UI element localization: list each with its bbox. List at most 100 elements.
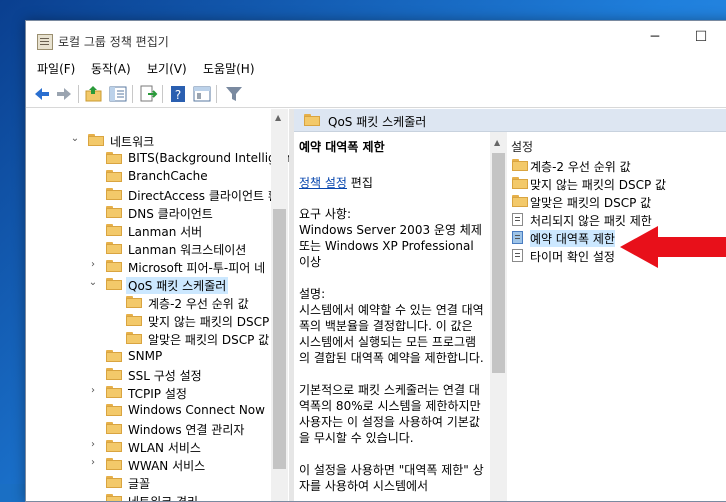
menu-bar: 파일(F) 동작(A) 보기(V) 도움말(H): [26, 57, 726, 79]
tree-item[interactable]: ⌄ 네트워크: [26, 131, 271, 149]
help-icon[interactable]: ?: [168, 84, 188, 104]
tree-item-label: 네트워크 격리: [128, 493, 198, 501]
description-title: 예약 대역폭 제한: [299, 140, 385, 154]
maximize-button[interactable]: ☐: [686, 27, 716, 47]
show-hide-tree-icon[interactable]: [108, 84, 128, 104]
tree-item-label: QoS 패킷 스케줄러: [126, 277, 229, 294]
folder-icon: [512, 159, 528, 171]
edit-policy-link[interactable]: 정책 설정: [299, 176, 347, 190]
tree-item[interactable]: Windows 연결 관리자: [26, 419, 271, 437]
tree-item[interactable]: DirectAccess 클라이언트 환: [26, 185, 279, 203]
toolbar-separator: [216, 85, 217, 103]
chevron-right-icon[interactable]: ›: [88, 259, 98, 270]
tree-item[interactable]: 글꼴: [26, 473, 271, 491]
tree-item-label: SNMP: [128, 349, 163, 363]
tree-item-label: 알맞은 패킷의 DSCP 값: [148, 333, 270, 347]
folder-icon: [126, 332, 142, 344]
folder-icon: [106, 440, 122, 452]
edit-policy-suffix: 편집: [346, 176, 373, 190]
settings-list: 설정 계층-2 우선 순위 값맞지 않는 패킷의 DSCP 값알맞은 패킷의 D…: [507, 132, 726, 501]
tree-item-label: BITS(Background Intelligen: [128, 151, 289, 165]
chevron-right-icon[interactable]: ›: [88, 385, 98, 396]
menu-action[interactable]: 동작(A): [91, 60, 131, 77]
folder-icon: [304, 114, 320, 126]
toolbar: ?: [26, 81, 726, 108]
tree-item-label: Windows Connect Now: [128, 403, 265, 417]
description-pane: 예약 대역폭 제한 정책 설정 편집 요구 사항: Windows Server…: [294, 132, 490, 501]
back-icon[interactable]: [32, 84, 52, 104]
description-scrollbar[interactable]: ▲: [490, 132, 507, 501]
properties-icon[interactable]: [192, 84, 212, 104]
tree-item[interactable]: 계층-2 우선 순위 값: [26, 293, 271, 311]
tree-item-label: 계층-2 우선 순위 값: [148, 297, 249, 311]
up-folder-icon[interactable]: [84, 84, 104, 104]
tree-item-label: WWAN 서비스: [128, 459, 206, 473]
tree-item[interactable]: › WWAN 서비스: [26, 455, 271, 473]
toolbar-separator: [132, 85, 133, 103]
settings-list-item-label: 타이머 확인 설정: [530, 250, 615, 264]
tree-item[interactable]: Lanman 서버: [26, 221, 271, 239]
scroll-up-icon[interactable]: ▲: [275, 113, 281, 122]
tree-item-label: 네트워크: [110, 135, 155, 149]
policy-editor-icon: [37, 34, 53, 50]
export-list-icon[interactable]: [138, 84, 158, 104]
tree-item-label: WLAN 서비스: [128, 441, 201, 455]
tree-item[interactable]: 알맞은 패킷의 DSCP 값: [26, 329, 271, 347]
settings-list-item-label: 예약 대역폭 제한: [530, 230, 615, 247]
tree-item[interactable]: SSL 구성 설정: [26, 365, 271, 383]
settings-list-item[interactable]: 계층-2 우선 순위 값: [507, 156, 717, 174]
tree-item[interactable]: ⌄ QoS 패킷 스케줄러: [26, 275, 271, 294]
tree-item[interactable]: BITS(Background Intelligen: [26, 149, 289, 167]
menu-help[interactable]: 도움말(H): [203, 60, 255, 77]
svg-text:?: ?: [175, 88, 181, 102]
forward-icon[interactable]: [54, 84, 74, 104]
settings-list-item-label: 알맞은 패킷의 DSCP 값: [530, 196, 652, 210]
folder-icon: [106, 242, 122, 254]
policy-setting-icon: [512, 249, 523, 262]
settings-list-item[interactable]: 맞지 않는 패킷의 DSCP 값: [507, 174, 717, 192]
settings-list-item-label: 계층-2 우선 순위 값: [530, 160, 631, 174]
menu-file[interactable]: 파일(F): [37, 60, 75, 77]
tree-item[interactable]: 네트워크 격리: [26, 491, 271, 501]
tree-item[interactable]: Lanman 워크스테이션: [26, 239, 271, 257]
chevron-right-icon[interactable]: ›: [88, 439, 98, 450]
folder-icon: [106, 422, 122, 434]
tree-item[interactable]: › WLAN 서비스: [26, 437, 271, 455]
tree-item[interactable]: 맞지 않는 패킷의 DSCP: [26, 311, 271, 329]
settings-list-item-label: 맞지 않는 패킷의 DSCP 값: [530, 178, 667, 192]
folder-icon: [106, 260, 122, 272]
description-scroll-thumb[interactable]: [492, 153, 505, 373]
folder-icon: [106, 188, 122, 200]
tree-item[interactable]: SNMP: [26, 347, 271, 365]
menu-view[interactable]: 보기(V): [147, 60, 187, 77]
settings-column-header[interactable]: 설정: [511, 138, 533, 155]
tree-item[interactable]: BranchCache: [26, 167, 271, 185]
folder-icon: [106, 206, 122, 218]
filter-icon[interactable]: [224, 84, 244, 104]
tree-item-label: DNS 클라이언트: [128, 207, 213, 221]
chevron-right-icon[interactable]: ›: [88, 457, 98, 468]
tree-item-label: Lanman 워크스테이션: [128, 243, 247, 257]
tree-item[interactable]: Windows Connect Now: [26, 401, 271, 419]
folder-icon: [106, 386, 122, 398]
settings-list-item[interactable]: 알맞은 패킷의 DSCP 값: [507, 192, 717, 210]
scroll-up-icon[interactable]: ▲: [494, 138, 500, 147]
tree-item[interactable]: › Microsoft 피어-투-피어 네: [26, 257, 271, 275]
tree-item-label: DirectAccess 클라이언트 환: [128, 189, 279, 203]
policy-setting-icon: [512, 213, 523, 226]
tree-scrollbar[interactable]: ▲: [271, 109, 288, 501]
tree-item[interactable]: › TCPIP 설정: [26, 383, 271, 401]
chevron-down-icon[interactable]: ⌄: [88, 277, 98, 288]
minimize-button[interactable]: ─: [640, 27, 670, 47]
chevron-down-icon[interactable]: ⌄: [70, 133, 80, 144]
folder-icon: [106, 350, 122, 362]
folder-icon: [106, 368, 122, 380]
tree-scroll-thumb[interactable]: [273, 209, 286, 469]
folder-icon: [512, 177, 528, 189]
folder-icon: [106, 494, 122, 501]
folder-icon: [126, 296, 142, 308]
tree-item-label: Microsoft 피어-투-피어 네: [128, 261, 266, 275]
tree-item-label: Windows 연결 관리자: [128, 423, 245, 437]
red-arrow-annotation: [620, 226, 726, 268]
tree-item[interactable]: DNS 클라이언트: [26, 203, 271, 221]
